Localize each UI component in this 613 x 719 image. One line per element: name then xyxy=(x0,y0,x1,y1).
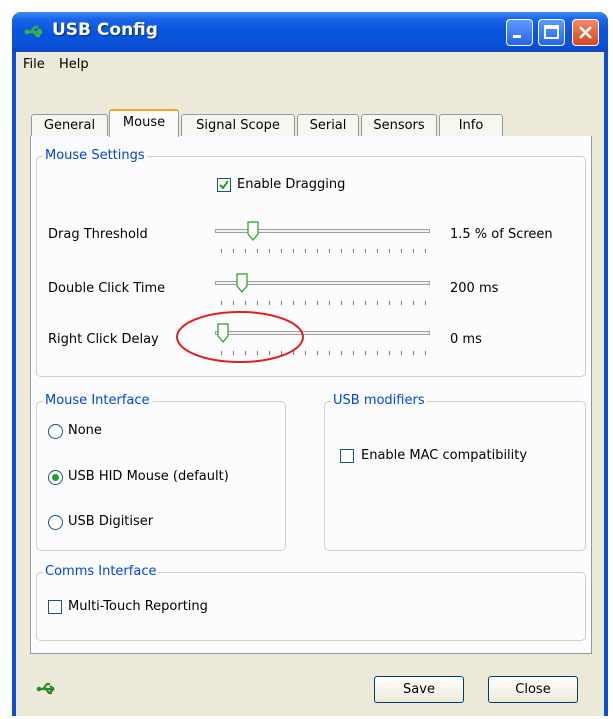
usb-modifiers-title: USB modifiers xyxy=(331,393,427,408)
drag-threshold-slider-thumb[interactable] xyxy=(247,221,259,241)
comms-interface-group: Comms Interface Multi-Touch Reporting xyxy=(36,564,586,641)
save-button[interactable]: Save xyxy=(374,676,464,703)
mouse-tab-panel: Mouse Settings Enable Dragging Drag Thre… xyxy=(30,136,592,654)
drag-threshold-label: Drag Threshold xyxy=(48,227,148,242)
mouse-settings-title: Mouse Settings xyxy=(43,148,147,163)
radio-usb-hid-mouse-label: USB HID Mouse (default) xyxy=(68,469,229,484)
right-click-delay-value: 0 ms xyxy=(450,332,482,347)
menu-file[interactable]: File xyxy=(23,57,45,72)
title-bar[interactable]: USB Config xyxy=(12,12,608,52)
usb-modifiers-group: USB modifiers Enable MAC compatibility xyxy=(324,393,586,551)
tab-info[interactable]: Info xyxy=(439,114,503,136)
enable-dragging-checkbox[interactable] xyxy=(217,178,231,192)
client-area: File Help General Mouse Signal Scope Ser… xyxy=(16,52,604,716)
tab-serial[interactable]: Serial xyxy=(297,114,359,136)
close-icon xyxy=(579,26,592,39)
multi-touch-label: Multi-Touch Reporting xyxy=(68,599,208,614)
checkmark-icon xyxy=(219,180,229,190)
double-click-time-ticks xyxy=(221,301,426,305)
minimize-button[interactable] xyxy=(506,19,533,46)
menu-help[interactable]: Help xyxy=(59,57,89,72)
radio-selected-dot xyxy=(52,474,59,481)
menu-bar: File Help xyxy=(16,52,604,78)
radio-usb-hid-mouse[interactable] xyxy=(48,470,63,485)
enable-dragging-label: Enable Dragging xyxy=(237,177,346,192)
radio-usb-digitiser[interactable] xyxy=(48,515,63,530)
tab-sensors[interactable]: Sensors xyxy=(361,114,437,136)
tab-mouse[interactable]: Mouse xyxy=(109,109,179,137)
right-click-delay-label: Right Click Delay xyxy=(48,332,159,347)
enable-mac-checkbox[interactable] xyxy=(340,449,354,463)
double-click-time-slider-thumb[interactable] xyxy=(236,273,248,293)
double-click-time-label: Double Click Time xyxy=(48,281,166,296)
mouse-interface-title: Mouse Interface xyxy=(43,393,152,408)
enable-mac-label: Enable MAC compatibility xyxy=(361,448,528,463)
usb-status-icon xyxy=(36,682,55,695)
window-title: USB Config xyxy=(52,20,158,40)
tab-general[interactable]: General xyxy=(31,114,108,136)
double-click-time-value: 200 ms xyxy=(450,281,499,296)
maximize-button[interactable] xyxy=(538,19,565,46)
minimize-icon xyxy=(513,35,521,38)
mouse-settings-group: Mouse Settings Enable Dragging Drag Thre… xyxy=(36,148,586,377)
radio-usb-digitiser-label: USB Digitiser xyxy=(68,514,154,529)
radio-none[interactable] xyxy=(48,424,63,439)
annotation-circle xyxy=(176,311,304,363)
drag-threshold-value: 1.5 % of Screen xyxy=(450,227,553,242)
maximize-icon xyxy=(544,25,559,39)
close-window-button[interactable] xyxy=(572,19,599,46)
usb-config-window: USB Config File Help General Mouse Signa… xyxy=(12,12,608,716)
comms-interface-title: Comms Interface xyxy=(43,564,159,579)
tab-signal-scope[interactable]: Signal Scope xyxy=(181,114,295,136)
drag-threshold-ticks xyxy=(221,249,426,253)
multi-touch-checkbox[interactable] xyxy=(48,600,62,614)
usb-icon xyxy=(24,25,43,38)
close-button[interactable]: Close xyxy=(488,676,578,703)
radio-none-label: None xyxy=(68,423,102,438)
mouse-interface-group: Mouse Interface None USB HID Mouse (defa… xyxy=(36,393,286,551)
